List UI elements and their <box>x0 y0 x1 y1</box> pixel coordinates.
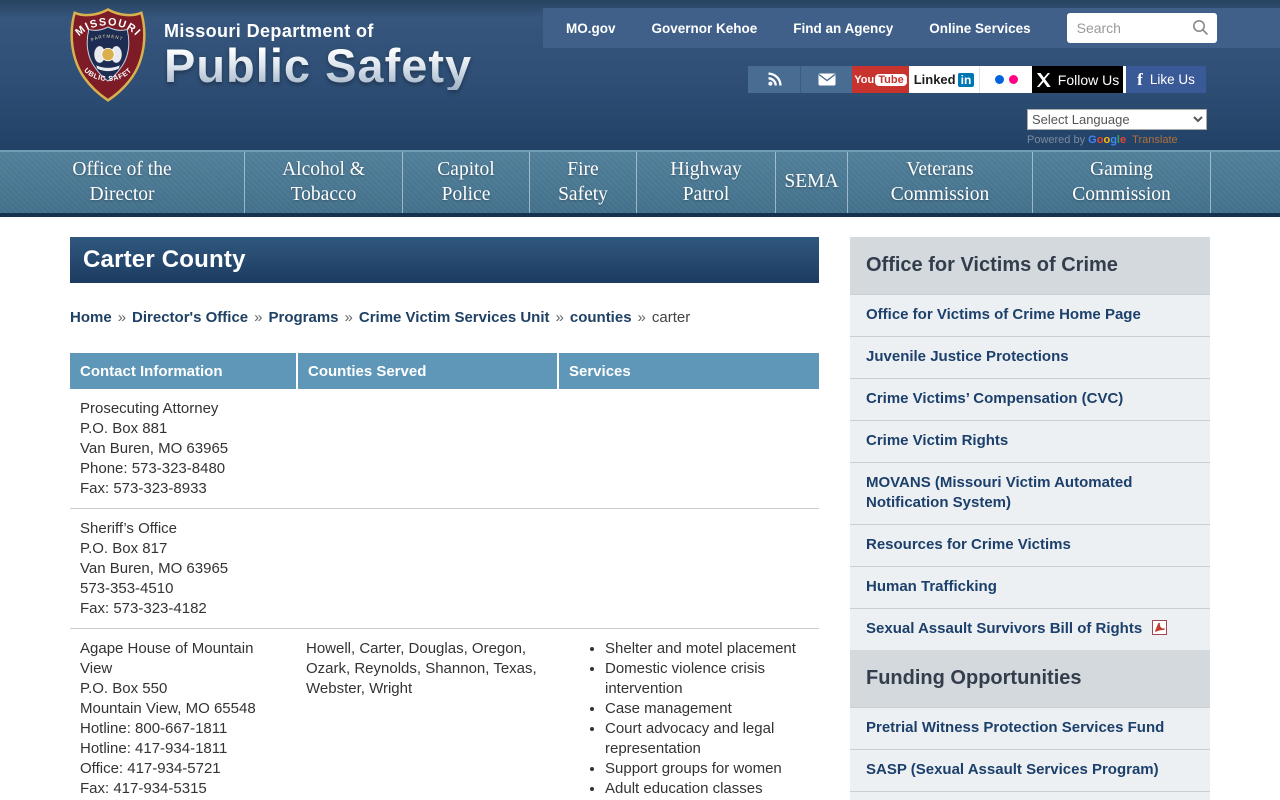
sidebar-link-resources[interactable]: Resources for Crime Victims <box>850 524 1210 566</box>
language-select[interactable]: Select Language <box>1027 109 1207 130</box>
table-row: Prosecuting Attorney P.O. Box 881 Van Bu… <box>70 389 819 509</box>
table-row: Agape House of Mountain View P.O. Box 55… <box>70 629 819 800</box>
sidebar-section-title-victims-of-crime: Office for Victims of Crime <box>850 237 1210 294</box>
nav-item-gaming-commission[interactable]: Gaming Commission <box>1033 152 1211 213</box>
search-icon[interactable] <box>1192 19 1209 36</box>
counties-cell <box>296 399 557 499</box>
x-follow-button[interactable]: Follow Us <box>1032 66 1123 93</box>
utility-link-online-services[interactable]: Online Services <box>929 21 1030 36</box>
nav-item-sema[interactable]: SEMA <box>776 152 848 213</box>
col-header-counties: Counties Served <box>296 353 557 389</box>
sidebar-link-cvc[interactable]: Crime Victims’ Compensation (CVC) <box>850 378 1210 420</box>
breadcrumb-counties[interactable]: counties <box>570 309 632 326</box>
utility-link-governor[interactable]: Governor Kehoe <box>652 21 758 36</box>
sidebar-link-movans[interactable]: MOVANS (Missouri Victim Automated Notifi… <box>850 462 1210 524</box>
envelope-icon <box>818 73 836 86</box>
sidebar-link-crime-victim-rights[interactable]: Crime Victim Rights <box>850 420 1210 462</box>
breadcrumb-programs[interactable]: Programs <box>268 309 338 326</box>
contacts-table: Contact Information Counties Served Serv… <box>70 353 819 800</box>
x-icon <box>1036 73 1051 87</box>
col-header-services: Services <box>557 353 819 389</box>
site-brand: Missouri Department of Public Safety <box>164 21 472 90</box>
translate-attribution: Powered by Google Translate <box>1027 134 1207 146</box>
sidebar-link-juvenile-justice[interactable]: Juvenile Justice Protections <box>850 336 1210 378</box>
rss-button[interactable] <box>748 66 800 93</box>
translate-label: Translate <box>1132 134 1177 146</box>
counties-cell: Howell, Carter, Douglas, Oregon, Ozark, … <box>296 639 557 800</box>
main-nav: Office of the Director Alcohol & Tobacco… <box>0 150 1280 213</box>
services-list: Shelter and motel placement Domestic vio… <box>567 639 809 800</box>
site-header: MISSOURI DEPARTMENT OF PUBLIC SAFETY Mis… <box>0 0 1280 150</box>
breadcrumb-home[interactable]: Home <box>70 309 112 326</box>
main-content: Carter County Home»Director's Office»Pro… <box>0 217 1280 800</box>
breadcrumb-directors-office[interactable]: Director's Office <box>132 309 248 326</box>
col-header-contact: Contact Information <box>70 353 296 389</box>
services-cell: Shelter and motel placement Domestic vio… <box>557 639 819 800</box>
youtube-button[interactable]: YouTube <box>852 66 909 93</box>
contact-cell: Prosecuting Attorney P.O. Box 881 Van Bu… <box>70 399 296 499</box>
utility-link-find-agency[interactable]: Find an Agency <box>793 21 893 36</box>
counties-cell <box>296 519 557 619</box>
linkedin-icon: Linked <box>914 72 956 87</box>
nav-item-highway-patrol[interactable]: Highway Patrol <box>637 152 776 213</box>
google-logo: Google <box>1088 134 1129 146</box>
services-cell <box>557 519 819 619</box>
breadcrumb: Home»Director's Office»Programs»Crime Vi… <box>70 309 819 326</box>
page-title: Carter County <box>83 246 246 274</box>
sidebar-link-pretrial-witness-fund[interactable]: Pretrial Witness Protection Services Fun… <box>850 707 1210 749</box>
breadcrumb-current: carter <box>652 309 690 326</box>
linkedin-button[interactable]: Linkedin <box>909 66 979 93</box>
facebook-icon: f <box>1137 70 1143 90</box>
google-translate-widget: Select Language Powered by Google Transl… <box>1027 109 1207 146</box>
facebook-like-button[interactable]: f Like Us <box>1126 66 1206 93</box>
sidebar-link-sexual-assault-bill-of-rights[interactable]: Sexual Assault Survivors Bill of Rights <box>850 608 1210 650</box>
utility-link-mogov[interactable]: MO.gov <box>566 21 616 36</box>
flickr-icon <box>995 75 1004 84</box>
services-cell <box>557 399 819 499</box>
table-header-row: Contact Information Counties Served Serv… <box>70 353 819 389</box>
table-row: Sheriff’s Office P.O. Box 817 Van Buren,… <box>70 509 819 629</box>
contact-cell: Sheriff’s Office P.O. Box 817 Van Buren,… <box>70 519 296 619</box>
nav-item-office-of-the-director[interactable]: Office of the Director <box>0 152 245 213</box>
pdf-icon <box>1152 620 1167 635</box>
nav-item-veterans-commission[interactable]: Veterans Commission <box>848 152 1033 213</box>
sidebar: Office for Victims of Crime Office for V… <box>850 237 1210 800</box>
nav-item-capitol-police[interactable]: Capitol Police <box>403 152 530 213</box>
email-button[interactable] <box>800 66 852 93</box>
sidebar-link-sasp[interactable]: SASP (Sexual Assault Services Program) <box>850 749 1210 791</box>
content-column: Carter County Home»Director's Office»Pro… <box>70 217 819 800</box>
nav-item-alcohol-tobacco[interactable]: Alcohol & Tobacco <box>245 152 403 213</box>
sidebar-partial-row <box>850 791 1210 800</box>
breadcrumb-crime-victim-services[interactable]: Crime Victim Services Unit <box>359 309 550 326</box>
page-title-banner: Carter County <box>70 237 819 283</box>
nav-filler <box>1211 152 1280 213</box>
flickr-button[interactable] <box>979 66 1032 93</box>
sidebar-link-ovc-home[interactable]: Office for Victims of Crime Home Page <box>850 294 1210 336</box>
dps-badge-logo: MISSOURI DEPARTMENT OF PUBLIC SAFETY <box>66 7 150 107</box>
youtube-icon: You <box>854 74 874 86</box>
sidebar-link-human-trafficking[interactable]: Human Trafficking <box>850 566 1210 608</box>
sidebar-section-title-funding: Funding Opportunities <box>850 650 1210 707</box>
nav-item-fire-safety[interactable]: Fire Safety <box>530 152 637 213</box>
rss-icon <box>767 72 782 87</box>
contact-cell: Agape House of Mountain View P.O. Box 55… <box>70 639 296 800</box>
search-box <box>1067 13 1217 43</box>
brand-title: Public Safety <box>164 42 472 90</box>
social-bar: YouTube Linkedin Follow Us f Like Us <box>748 66 1206 93</box>
facebook-like-label: Like Us <box>1150 72 1195 87</box>
utility-nav: MO.gov Governor Kehoe Find an Agency Onl… <box>543 8 1280 48</box>
x-follow-label: Follow Us <box>1058 72 1119 88</box>
